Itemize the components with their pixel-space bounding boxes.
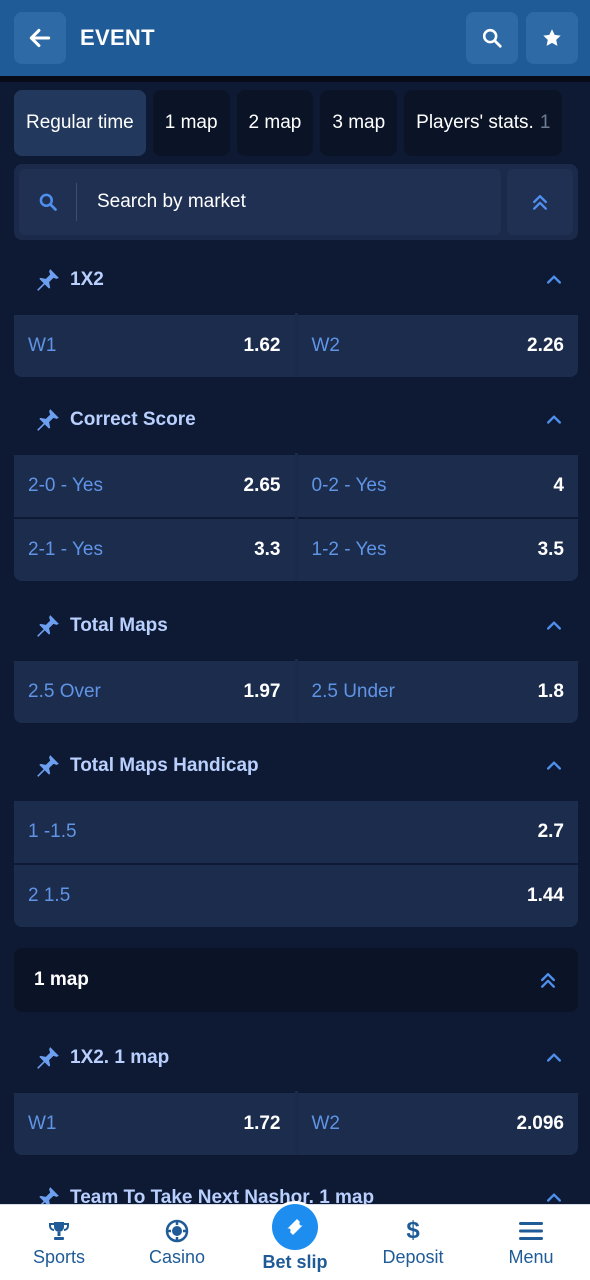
nav-label: Menu xyxy=(508,1246,554,1267)
odd-button[interactable]: 2-0 - Yes 2.65 xyxy=(14,453,295,517)
odd-button[interactable]: 2.5 Under 1.8 xyxy=(297,659,578,723)
market-header[interactable]: Correct Score xyxy=(14,387,578,453)
odd-button[interactable]: 0-2 - Yes 4 xyxy=(297,453,578,517)
search-button[interactable] xyxy=(466,12,518,64)
market-title: Total Maps Handicap xyxy=(70,755,259,776)
market-card: Total Maps Handicap 1 -1.5 2.7 2 1.5 1.44 xyxy=(14,733,578,927)
chevron-up-icon[interactable] xyxy=(544,756,564,776)
dollar-icon: $ xyxy=(406,1216,420,1244)
nav-label: Deposit xyxy=(382,1246,444,1267)
market-card: Correct Score 2-0 - Yes 2.65 0-2 - Yes 4 2… xyxy=(14,387,578,581)
tab-1-map[interactable]: 1 map xyxy=(152,90,230,156)
chevron-up-icon[interactable] xyxy=(544,1188,564,1204)
pin-icon[interactable] xyxy=(34,1044,62,1072)
market-title: 1X2. 1 map xyxy=(70,1047,170,1068)
nav-label: Casino xyxy=(148,1246,206,1267)
bottom-nav: Sports Casino Bet slip $ Deposit Menu xyxy=(0,1204,590,1280)
chevron-up-icon[interactable] xyxy=(544,1048,564,1068)
market-title: 1X2 xyxy=(70,269,104,290)
pin-icon[interactable] xyxy=(34,1184,62,1204)
collapse-all-button[interactable] xyxy=(507,169,573,235)
chevron-up-icon[interactable] xyxy=(544,270,564,290)
double-chevron-up-icon[interactable] xyxy=(538,970,558,990)
odd-button[interactable]: W1 1.62 xyxy=(14,313,295,377)
ticket-icon xyxy=(272,1204,318,1250)
chevron-up-icon[interactable] xyxy=(544,616,564,636)
odd-button[interactable]: W2 2.096 xyxy=(297,1091,578,1155)
market-title: Correct Score xyxy=(70,409,196,430)
search-input[interactable]: Search by market xyxy=(19,169,501,235)
market-card: Total Maps 2.5 Over 1.97 2.5 Under 1.8 xyxy=(14,593,578,723)
odd-button[interactable]: 2.5 Over 1.97 xyxy=(14,659,295,723)
back-button[interactable] xyxy=(14,12,66,64)
market-card: Team To Take Next Nashor. 1 map xyxy=(14,1165,578,1204)
double-chevron-up-icon xyxy=(533,195,547,210)
search-icon xyxy=(19,183,77,221)
market-card: 1X2 W1 1.62 W2 2.26 xyxy=(14,247,578,377)
nav-label: Bet slip xyxy=(262,1252,328,1272)
nav-deposit[interactable]: $ Deposit xyxy=(354,1205,472,1280)
odd-button[interactable]: W2 2.26 xyxy=(297,313,578,377)
search-icon xyxy=(482,28,502,48)
market-title: Total Maps xyxy=(70,615,168,636)
nav-sports[interactable]: Sports xyxy=(0,1205,118,1280)
market-header[interactable]: Total Maps xyxy=(14,593,578,659)
chevron-up-icon[interactable] xyxy=(544,410,564,430)
pin-icon[interactable] xyxy=(34,266,62,294)
odd-button[interactable]: 2-1 - Yes 3.3 xyxy=(14,517,295,581)
tab-3-map[interactable]: 3 map xyxy=(320,90,398,156)
arrow-left-icon xyxy=(29,28,51,48)
odd-button[interactable]: 2 1.5 1.44 xyxy=(14,863,578,927)
market-header[interactable]: Total Maps Handicap xyxy=(14,733,578,799)
nav-casino[interactable]: Casino xyxy=(118,1205,236,1280)
header-divider xyxy=(0,76,590,82)
nav-menu[interactable]: Menu xyxy=(472,1205,590,1280)
market-card: 1X2. 1 map W1 1.72 W2 2.096 xyxy=(14,1025,578,1155)
favorite-button[interactable] xyxy=(526,12,578,64)
pin-icon[interactable] xyxy=(34,406,62,434)
search-placeholder: Search by market xyxy=(97,191,246,212)
market-header[interactable]: Team To Take Next Nashor. 1 map xyxy=(14,1165,578,1204)
tab-regular-time[interactable]: Regular time xyxy=(14,90,146,156)
tab-2-map[interactable]: 2 map xyxy=(236,90,314,156)
market-header[interactable]: 1X2. 1 map xyxy=(14,1025,578,1091)
nav-label: Sports xyxy=(32,1246,86,1267)
nav-bet-slip[interactable]: Bet slip xyxy=(236,1204,354,1280)
casino-chip-icon xyxy=(165,1218,189,1244)
tab-players-stats[interactable]: Players' stats. 1 xyxy=(404,90,563,156)
pin-icon[interactable] xyxy=(34,612,62,640)
period-tabs: Regular time 1 map 2 map 3 map Players' … xyxy=(14,90,590,156)
star-icon xyxy=(543,29,561,46)
trophy-icon xyxy=(47,1218,71,1244)
header-bar: EVENT xyxy=(0,0,590,76)
odd-button[interactable]: 1-2 - Yes 3.5 xyxy=(297,517,578,581)
market-header[interactable]: 1X2 xyxy=(14,247,578,313)
odd-button[interactable]: 1 -1.5 2.7 xyxy=(14,799,578,863)
page-title: EVENT xyxy=(80,25,155,50)
market-title: Team To Take Next Nashor. 1 map xyxy=(70,1187,375,1204)
odd-button[interactable]: W1 1.72 xyxy=(14,1091,295,1155)
market-search-panel: Search by market xyxy=(14,164,578,240)
section-header-1-map[interactable]: 1 map xyxy=(14,948,578,1012)
hamburger-icon xyxy=(519,1218,543,1244)
section-title: 1 map xyxy=(34,969,89,990)
pin-icon[interactable] xyxy=(34,752,62,780)
